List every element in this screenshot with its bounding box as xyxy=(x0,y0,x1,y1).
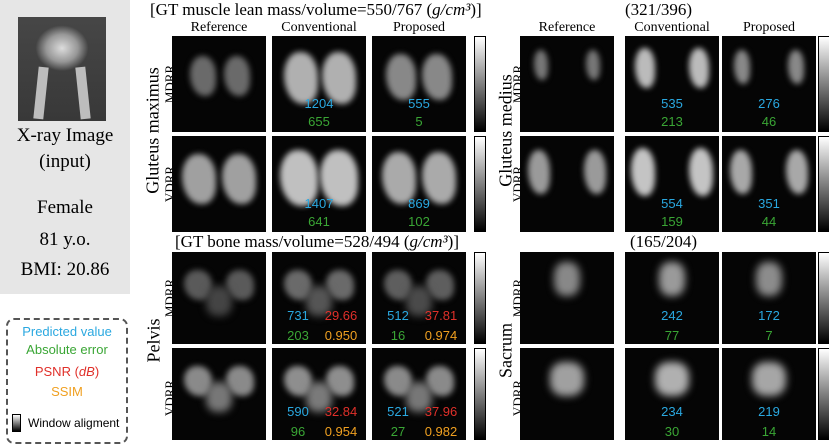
patient-age: 81 y.o. xyxy=(39,229,91,250)
col-header-conventional-2: Conventional xyxy=(634,20,710,35)
sacrum-vdrr-conv-err: 30 xyxy=(664,424,680,439)
legend-box: Predicted value Absolute error PSNR (dB)… xyxy=(6,318,128,444)
pelvis-mdrr-reference xyxy=(172,252,266,344)
pelvis-vdrr-prop-pred: 521 xyxy=(387,404,409,419)
sacrum-mdrr-conv-err: 77 xyxy=(664,328,680,343)
patient-bmi: BMI: 20.86 xyxy=(20,259,110,280)
pelvis-vdrr-colorbar xyxy=(474,348,486,440)
pelvis-mdrr-conv-err: 203 xyxy=(287,328,309,343)
gmax-mdrr-conv-err: 655 xyxy=(308,114,330,129)
sacrum-vdrr-colorbar xyxy=(818,348,829,440)
pelvis-mdrr-prop-err: 16 xyxy=(390,328,406,343)
gmed-vdrr-reference xyxy=(520,136,614,232)
pelvis-vdrr-conv-psnr: 32.84 xyxy=(324,404,358,419)
pelvis-vdrr-prop-ssim: 0.982 xyxy=(424,424,458,439)
pelvis-vdrr-conv-pred: 590 xyxy=(287,404,309,419)
gmed-mdrr-reference xyxy=(520,36,614,132)
sacrum-mdrr-conv-pred: 242 xyxy=(661,308,683,323)
gmax-mdrr-reference xyxy=(172,36,266,132)
gluteus-maximus-title: [GT muscle lean mass/volume=550/767 (g/c… xyxy=(150,0,482,19)
gmed-mdrr-conv-err: 213 xyxy=(661,114,683,129)
legend-psnr: PSNR (dB) xyxy=(34,364,100,379)
gmax-vdrr-conv-err: 641 xyxy=(308,214,330,229)
gmed-vdrr-colorbar xyxy=(818,136,829,232)
col-header-conventional: Conventional xyxy=(281,20,357,35)
pelvis-mdrr-colorbar xyxy=(474,252,486,344)
gmax-mdrr-colorbar xyxy=(474,36,486,132)
sacrum-mdrr-prop-pred: 172 xyxy=(758,308,780,323)
gmed-vdrr-conv-err: 159 xyxy=(661,214,683,229)
group-label-gluteus-maximus: Gluteus maximus xyxy=(142,67,163,194)
pelvis-vdrr-reference xyxy=(172,348,266,440)
pelvis-vdrr-prop-err: 27 xyxy=(390,424,406,439)
pelvis-mdrr-prop-pred: 512 xyxy=(387,308,409,323)
gmax-mdrr-prop-err: 5 xyxy=(415,114,423,129)
pelvis-mdrr-conv-psnr: 29.66 xyxy=(324,308,358,323)
col-header-proposed: Proposed xyxy=(392,20,446,35)
gmax-mdrr-prop-pred: 555 xyxy=(408,96,430,111)
sacrum-mdrr-reference xyxy=(520,252,614,344)
legend-ssim: SSIM xyxy=(51,384,83,399)
gmax-mdrr-conv-pred: 1204 xyxy=(304,96,334,111)
pelvis-vdrr-conv-ssim: 0.954 xyxy=(324,424,358,439)
gluteus-medius-title: (321/396) xyxy=(625,0,693,19)
legend-predicted: Predicted value xyxy=(22,324,112,339)
sacrum-vdrr-reference xyxy=(520,348,614,440)
gmed-vdrr-prop-err: 44 xyxy=(761,214,777,229)
pelvis-mdrr-prop-psnr: 37.81 xyxy=(424,308,458,323)
gmed-vdrr-conv-pred: 554 xyxy=(661,196,683,211)
col-header-reference-2: Reference xyxy=(538,20,596,35)
pelvis-title: [GT bone mass/volume=528/494 (g/cm³)] xyxy=(175,232,459,251)
gmax-vdrr-conv-pred: 1407 xyxy=(304,196,334,211)
sacrum-vdrr-conv-pred: 234 xyxy=(661,404,683,419)
gmax-vdrr-colorbar xyxy=(474,136,486,232)
gmax-vdrr-prop-pred: 869 xyxy=(408,196,430,211)
patient-sex: Female xyxy=(37,197,93,218)
sacrum-mdrr-prop-err: 7 xyxy=(765,328,773,343)
input-xray-image xyxy=(18,17,106,121)
sacrum-vdrr-prop-pred: 219 xyxy=(758,404,780,419)
col-header-proposed-2: Proposed xyxy=(742,20,796,35)
pelvis-mdrr-prop-ssim: 0.974 xyxy=(424,328,458,343)
col-header-reference: Reference xyxy=(190,20,248,35)
pelvis-vdrr-conv-err: 96 xyxy=(290,424,306,439)
pelvis-mdrr-conv-pred: 731 xyxy=(287,308,309,323)
input-caption-line2: (input) xyxy=(39,151,91,172)
gmed-vdrr-prop-pred: 351 xyxy=(758,196,780,211)
sacrum-mdrr-colorbar xyxy=(818,252,829,344)
gmax-vdrr-prop-err: 102 xyxy=(408,214,430,229)
gmed-mdrr-prop-err: 46 xyxy=(761,114,777,129)
gmed-mdrr-colorbar xyxy=(818,36,829,132)
gmed-mdrr-conv-pred: 535 xyxy=(661,96,683,111)
pelvis-vdrr-prop-psnr: 37.96 xyxy=(424,404,458,419)
legend-window: Window aligment xyxy=(28,416,120,430)
gmax-vdrr-reference xyxy=(172,136,266,232)
sacrum-title: (165/204) xyxy=(630,232,698,251)
pelvis-mdrr-conv-ssim: 0.950 xyxy=(324,328,358,343)
gmed-mdrr-prop-pred: 276 xyxy=(758,96,780,111)
legend-colorbar-icon xyxy=(12,414,21,432)
legend-abs-error: Absolute error xyxy=(26,342,108,357)
input-caption-line1: X-ray Image xyxy=(16,125,114,146)
sacrum-vdrr-prop-err: 14 xyxy=(761,424,777,439)
